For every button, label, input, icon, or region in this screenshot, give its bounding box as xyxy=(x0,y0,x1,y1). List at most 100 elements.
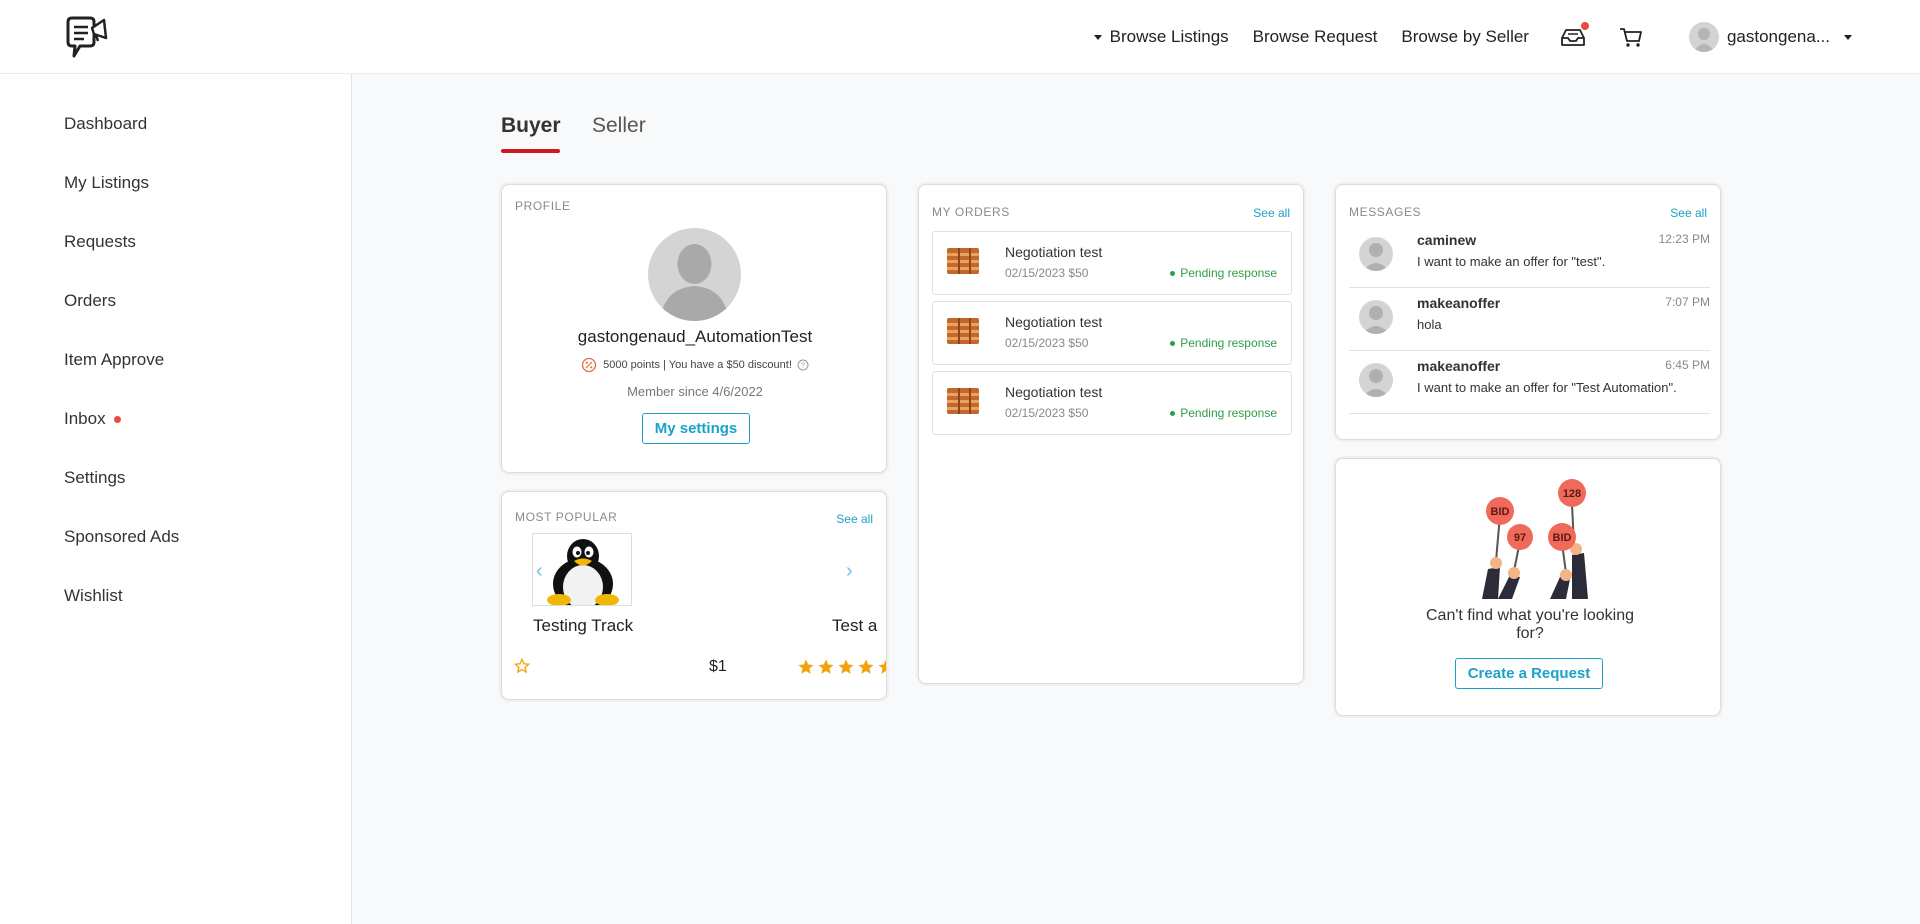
most-popular-see-all-link[interactable]: See all xyxy=(836,512,873,526)
order-row[interactable]: Negotiation test 02/15/2023 $50 Pending … xyxy=(932,301,1292,365)
avatar xyxy=(1359,300,1393,334)
caret-down-icon xyxy=(1093,34,1102,40)
help-icon[interactable]: ? xyxy=(797,359,809,371)
sidebar-item-wishlist[interactable]: Wishlist xyxy=(64,586,123,606)
user-menu[interactable]: gastongena... xyxy=(1688,22,1860,52)
order-title: Negotiation test xyxy=(1005,314,1103,330)
popular-item-image[interactable] xyxy=(532,533,632,606)
sidebar-item-item-approve[interactable]: Item Approve xyxy=(64,350,164,370)
message-time: 6:45 PM xyxy=(1665,358,1710,372)
sidebar-item-inbox[interactable]: Inbox xyxy=(64,409,121,429)
create-request-card: BID 97 BID 128 Can't find what you're lo… xyxy=(1335,458,1721,716)
sidebar-item-my-listings[interactable]: My Listings xyxy=(64,173,149,193)
profile-card-title: PROFILE xyxy=(515,199,571,213)
brand-logo-icon[interactable] xyxy=(62,12,110,62)
order-thumbnail xyxy=(946,384,980,418)
member-since: Member since 4/6/2022 xyxy=(627,384,763,399)
avatar xyxy=(1359,237,1393,271)
star-filled-icon xyxy=(858,659,874,674)
order-meta: 02/15/2023 $50 xyxy=(1005,266,1089,280)
message-row[interactable]: caminew I want to make an offer for "tes… xyxy=(1349,225,1710,288)
tab-seller[interactable]: Seller xyxy=(592,114,646,138)
star-filled-icon xyxy=(818,659,834,674)
profile-username: gastongenaud_AutomationTest xyxy=(577,327,813,346)
create-request-button[interactable]: Create a Request xyxy=(1455,658,1603,689)
popular-item-price: $1 xyxy=(709,658,727,675)
chevron-left-icon[interactable]: ‹ xyxy=(536,560,543,583)
bidding-hands-illustration: BID 97 BID 128 xyxy=(1468,475,1592,604)
sidebar-item-settings[interactable]: Settings xyxy=(64,468,125,488)
sign-label: BID xyxy=(1553,532,1572,544)
inbox-notification-dot xyxy=(1580,22,1589,30)
order-title: Negotiation test xyxy=(1005,244,1103,260)
message-preview: I want to make an offer for "test". xyxy=(1417,254,1606,269)
message-row[interactable]: makeanoffer hola 7:07 PM xyxy=(1349,288,1710,351)
message-preview: hola xyxy=(1417,317,1442,332)
order-status: Pending response xyxy=(1170,336,1277,350)
order-status-label: Pending response xyxy=(1180,336,1277,350)
sidebar: Dashboard My Listings Requests Orders It… xyxy=(0,74,352,924)
order-thumbnail xyxy=(946,314,980,348)
rating-stars xyxy=(796,658,886,676)
points-row: 5000 points | You have a $50 discount! ? xyxy=(502,357,888,373)
top-navbar: Browse Listings Browse Request Browse by… xyxy=(0,0,1920,74)
status-dot xyxy=(1170,410,1176,416)
caret-down-icon xyxy=(1844,34,1852,40)
profile-card: PROFILE gastongenaud_AutomationTest 5000… xyxy=(501,184,887,473)
avatar xyxy=(1688,22,1719,52)
sidebar-item-dashboard[interactable]: Dashboard xyxy=(64,114,147,134)
messages-see-all-link[interactable]: See all xyxy=(1670,206,1707,220)
sidebar-item-orders[interactable]: Orders xyxy=(64,291,116,311)
message-sender: makeanoffer xyxy=(1417,358,1501,374)
my-orders-card: MY ORDERS See all Negotiation test 02/15… xyxy=(918,184,1304,684)
most-popular-card: MOST POPULAR See all ‹ › Testing Track T… xyxy=(501,491,887,700)
chevron-right-icon[interactable]: › xyxy=(846,560,853,583)
star-filled-icon xyxy=(798,659,814,674)
browse-request-link[interactable]: Browse Request xyxy=(1253,27,1378,47)
order-row[interactable]: Negotiation test 02/15/2023 $50 Pending … xyxy=(932,231,1292,295)
message-sender: caminew xyxy=(1417,232,1477,248)
inbox-unread-dot xyxy=(113,415,121,423)
order-title: Negotiation test xyxy=(1005,384,1103,400)
main-nav: Browse Listings Browse Request Browse by… xyxy=(1070,0,1860,74)
messages-title: MESSAGES xyxy=(1349,205,1422,219)
profile-avatar xyxy=(648,228,741,321)
browse-listings-label: Browse Listings xyxy=(1109,27,1229,46)
order-status-label: Pending response xyxy=(1180,406,1277,420)
browse-listings-dropdown[interactable]: Browse Listings xyxy=(1093,27,1229,47)
star-filled-icon xyxy=(838,659,854,674)
cta-message: Can't find what you're looking for? xyxy=(1425,607,1634,642)
user-name: gastongena... xyxy=(1726,27,1830,46)
message-row[interactable]: makeanoffer I want to make an offer for … xyxy=(1349,351,1710,414)
popular-item-title-next[interactable]: Test a xyxy=(832,616,877,636)
star-filled-icon xyxy=(878,659,886,674)
sidebar-item-requests[interactable]: Requests xyxy=(64,232,136,252)
sidebar-item-label: Inbox xyxy=(64,409,106,428)
browse-by-seller-link[interactable]: Browse by Seller xyxy=(1401,27,1529,47)
message-time: 7:07 PM xyxy=(1665,295,1710,309)
status-dot xyxy=(1170,270,1176,276)
order-row[interactable]: Negotiation test 02/15/2023 $50 Pending … xyxy=(932,371,1292,435)
my-orders-see-all-link[interactable]: See all xyxy=(1253,206,1290,220)
order-status: Pending response xyxy=(1170,406,1277,420)
sign-label: 97 xyxy=(1514,532,1526,544)
order-thumbnail xyxy=(946,244,980,278)
popular-item-title[interactable]: Testing Track xyxy=(533,616,633,636)
message-time: 12:23 PM xyxy=(1658,232,1710,246)
status-dot xyxy=(1170,340,1176,346)
message-sender: makeanoffer xyxy=(1417,295,1501,311)
messages-card: MESSAGES See all caminew I want to make … xyxy=(1335,184,1721,440)
avatar xyxy=(1359,363,1393,397)
discount-badge-icon xyxy=(581,357,597,373)
my-settings-button[interactable]: My settings xyxy=(642,413,750,444)
points-text: 5000 points | You have a $50 discount! xyxy=(603,359,792,371)
most-popular-title: MOST POPULAR xyxy=(515,510,618,524)
order-meta: 02/15/2023 $50 xyxy=(1005,336,1089,350)
sidebar-item-sponsored-ads[interactable]: Sponsored Ads xyxy=(64,527,179,547)
message-preview: I want to make an offer for "Test Automa… xyxy=(1417,380,1677,395)
star-outline-icon xyxy=(513,657,531,679)
tab-buyer[interactable]: Buyer xyxy=(501,114,561,138)
order-status: Pending response xyxy=(1170,266,1277,280)
cart-icon[interactable] xyxy=(1617,24,1645,50)
inbox-tray-icon[interactable] xyxy=(1559,22,1589,50)
